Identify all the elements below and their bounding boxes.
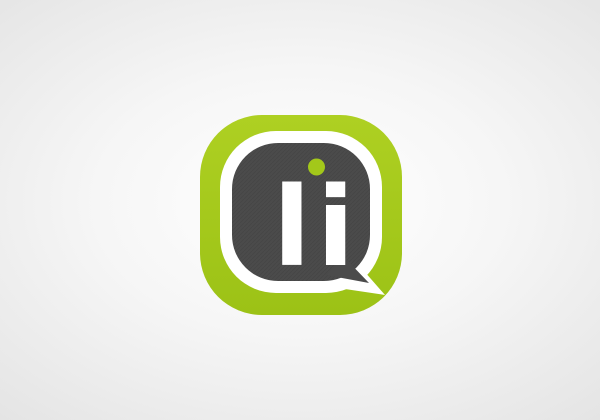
i-dot: [308, 158, 325, 176]
logo-letters: li: [273, 163, 360, 291]
app-icon-stage: li: [0, 0, 600, 420]
logo: li: [200, 115, 402, 315]
speech-bubble-li-icon: li: [200, 115, 402, 315]
